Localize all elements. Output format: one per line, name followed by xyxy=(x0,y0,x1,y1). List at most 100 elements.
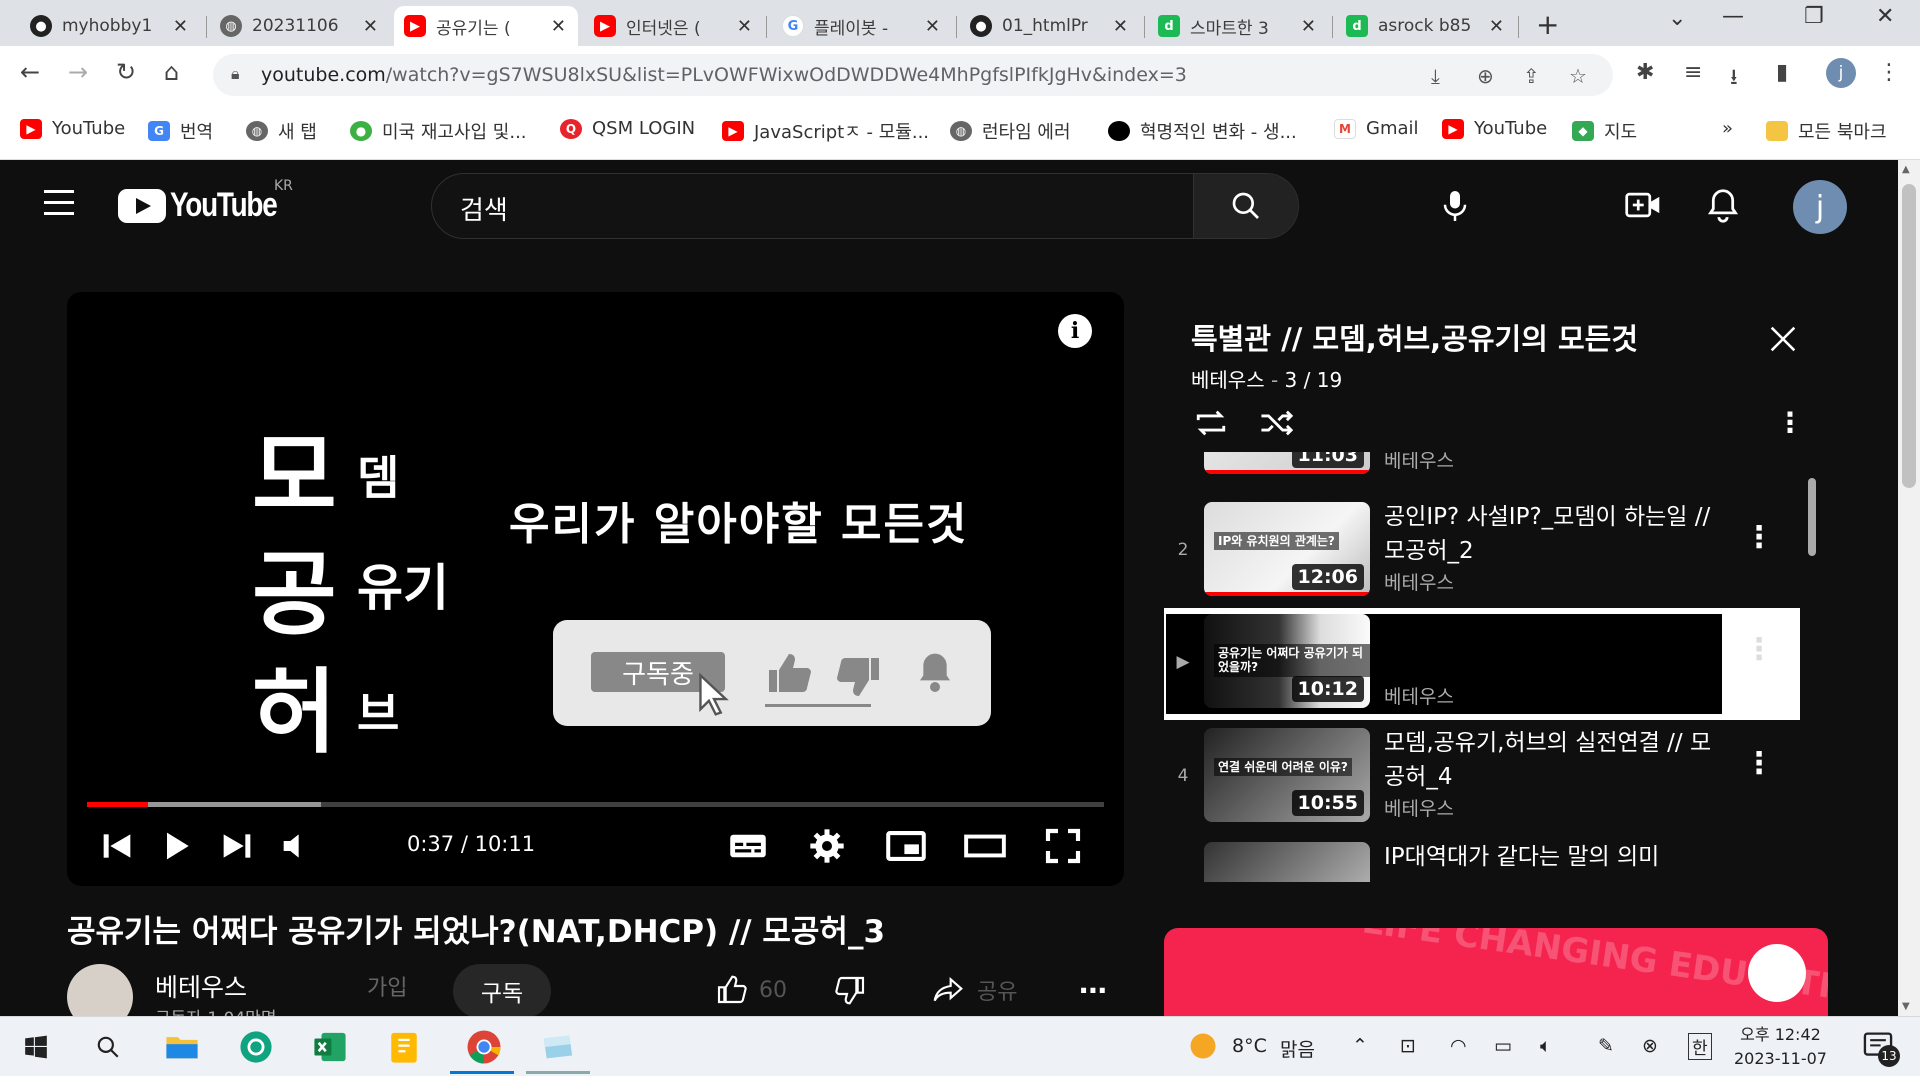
video-thumbnail[interactable]: IP와 유치원의 관계는? 12:06 xyxy=(1204,502,1370,596)
home-icon[interactable]: ⌂ xyxy=(164,58,179,86)
info-icon[interactable]: i xyxy=(1058,314,1092,348)
playlist-item[interactable]: 4 연결 쉬운데 어려운 이유? 10:55 모뎀,공유기,허브의 실전연결 /… xyxy=(1164,722,1800,834)
excel-icon[interactable] xyxy=(310,1027,350,1067)
more-actions-icon[interactable]: ⋯ xyxy=(1079,974,1107,1007)
tab-2[interactable]: ◍ 20231106 ✕ xyxy=(210,6,390,46)
tab-7[interactable]: d 스마트한 3 ✕ xyxy=(1148,6,1328,46)
weather-temp[interactable]: 8°C xyxy=(1232,1035,1267,1057)
notes-icon[interactable] xyxy=(384,1027,424,1067)
bookmark-youtube-2[interactable]: ▶ YouTube xyxy=(1442,118,1547,139)
install-app-icon[interactable]: ⤓ xyxy=(1431,64,1440,88)
side-panel-icon[interactable]: ▮ xyxy=(1776,60,1788,85)
playlist-item[interactable]: IP대역대가 같다는 말의 의미 xyxy=(1164,836,1800,882)
window-close-icon[interactable]: ✕ xyxy=(1876,4,1894,29)
weather-desc[interactable]: 맑음 xyxy=(1280,1035,1315,1062)
video-title[interactable]: 모뎀,공유기,허브의 실전연결 // 모공허_4 xyxy=(1384,726,1724,794)
lock-icon[interactable]: 🔒︎ xyxy=(231,64,240,84)
tab-search-chevron-icon[interactable]: ⌄ xyxy=(1668,6,1686,31)
bookmark-javascript[interactable]: ▶ JavaScriptㅈ - 모듈... xyxy=(722,118,929,144)
chrome-menu-icon[interactable]: ⋮ xyxy=(1878,60,1900,85)
bookmark-translate[interactable]: G 번역 xyxy=(148,118,213,144)
voice-search-icon[interactable] xyxy=(1440,188,1470,228)
playlist-more-icon[interactable]: ⋮ xyxy=(1776,406,1804,439)
bookmark-star-icon[interactable]: ☆ xyxy=(1569,64,1587,88)
settings-gear-icon[interactable] xyxy=(807,826,847,870)
download-icon[interactable]: ⭳ xyxy=(1730,60,1738,98)
pen-icon[interactable]: ✎ xyxy=(1598,1035,1614,1057)
tab-3-active[interactable]: ▶ 공유기는 ( ✕ xyxy=(394,6,578,46)
new-tab-icon[interactable]: + xyxy=(1536,8,1559,41)
zoom-icon[interactable]: ⊕ xyxy=(1477,64,1494,88)
tray-app-icon[interactable]: ⊡ xyxy=(1400,1035,1416,1057)
item-more-icon[interactable]: ⋮ xyxy=(1744,635,1774,665)
notification-center-icon[interactable]: 13 xyxy=(1862,1031,1900,1069)
like-button[interactable]: 60 xyxy=(715,974,787,1006)
share-icon[interactable]: ⇪ xyxy=(1523,64,1540,88)
all-bookmarks[interactable]: 모든 북마크 xyxy=(1766,118,1887,144)
playlist-title[interactable]: 특별관 // 모뎀,허브,공유기의 모든것 xyxy=(1191,316,1638,358)
close-tab-icon[interactable]: ✕ xyxy=(551,16,566,37)
tab-1[interactable]: ● myhobby1 ✕ xyxy=(20,6,200,46)
minimize-icon[interactable]: — xyxy=(1722,4,1744,29)
shuffle-icon[interactable] xyxy=(1258,406,1296,444)
previous-icon[interactable] xyxy=(97,826,137,870)
dislike-button[interactable] xyxy=(835,974,867,1006)
close-tab-icon[interactable]: ✕ xyxy=(1489,16,1504,37)
bookmark-youtube[interactable]: ▶ YouTube xyxy=(20,118,125,139)
forward-icon[interactable]: → xyxy=(68,58,88,86)
playlist-scrollbar[interactable] xyxy=(1808,478,1816,556)
create-video-icon[interactable] xyxy=(1624,188,1662,226)
chrome-icon[interactable] xyxy=(464,1027,504,1067)
volume-icon[interactable] xyxy=(277,826,317,870)
chatgpt-icon[interactable] xyxy=(236,1027,276,1067)
loop-icon[interactable] xyxy=(1192,406,1230,444)
subtitles-icon[interactable] xyxy=(727,826,769,870)
youtube-logo[interactable]: YouTube KR xyxy=(118,178,300,225)
page-scrollbar[interactable]: ▲ ▼ xyxy=(1898,160,1920,1016)
join-button[interactable]: 가입 xyxy=(367,970,407,1002)
playlist-item-current[interactable]: ▶ 공유기는 어쩌다 공유기가 되었을까? 10:12 베테우스 ⋮ xyxy=(1164,608,1800,720)
windows-start-icon[interactable] xyxy=(16,1027,56,1067)
app-icon[interactable] xyxy=(538,1027,578,1067)
item-more-icon[interactable]: ⋮ xyxy=(1744,523,1774,553)
item-more-icon[interactable]: ⋮ xyxy=(1744,749,1774,779)
video-thumbnail[interactable]: 연결 쉬운데 어려운 이유? 10:55 xyxy=(1204,728,1370,822)
close-tab-icon[interactable]: ✕ xyxy=(363,16,378,37)
menu-icon[interactable] xyxy=(44,190,74,223)
bookmark-us-stock[interactable]: ● 미국 재고사입 및... xyxy=(350,118,527,144)
wifi-icon[interactable]: ◠ xyxy=(1450,1035,1467,1057)
theater-mode-icon[interactable] xyxy=(963,826,1007,870)
clock[interactable]: 오후 12:42 2023-11-07 xyxy=(1734,1023,1827,1071)
subscribe-button[interactable]: 구독 xyxy=(453,964,551,1018)
bookmarks-overflow[interactable]: » xyxy=(1722,118,1733,139)
play-icon[interactable] xyxy=(157,826,197,870)
tray-chevron-icon[interactable]: ⌃ xyxy=(1352,1035,1368,1057)
close-tab-icon[interactable]: ✕ xyxy=(1113,16,1128,37)
speaker-icon[interactable]: 🔈︎ xyxy=(1540,1035,1551,1057)
next-icon[interactable] xyxy=(217,826,257,870)
video-title[interactable]: 공인IP? 사설IP?_모뎀이 하는일 // 모공허_2 xyxy=(1384,500,1724,568)
restore-icon[interactable]: ❐ xyxy=(1804,4,1824,29)
bookmark-gmail[interactable]: M Gmail xyxy=(1334,118,1419,139)
bookmark-revolution[interactable]: 혁명적인 변화 - 생... xyxy=(1108,118,1297,144)
video-thumbnail[interactable]: 11:03 xyxy=(1204,452,1370,474)
reload-icon[interactable]: ↻ xyxy=(116,58,136,86)
back-icon[interactable]: ← xyxy=(20,58,40,86)
close-tab-icon[interactable]: ✕ xyxy=(737,16,752,37)
video-player[interactable]: i 모 뎀 공 유기 허 브 우리가 알아야할 모든것 구독중 0:37 / 1… xyxy=(67,292,1124,886)
bookmark-qsm[interactable]: Q QSM LOGIN xyxy=(560,118,695,139)
close-playlist-icon[interactable] xyxy=(1766,322,1800,360)
bookmark-runtime-error[interactable]: ◍ 런타임 에러 xyxy=(950,118,1071,144)
search-icon[interactable] xyxy=(88,1027,128,1067)
playlist-item[interactable]: 2 IP와 유치원의 관계는? 12:06 공인IP? 사설IP?_모뎀이 하는… xyxy=(1164,496,1800,608)
ime-indicator[interactable]: 한 xyxy=(1688,1033,1712,1060)
notifications-bell-icon[interactable] xyxy=(1706,188,1740,228)
share-button[interactable]: 공유 xyxy=(931,974,1017,1006)
file-explorer-icon[interactable] xyxy=(162,1027,202,1067)
video-title[interactable]: IP대역대가 같다는 말의 의미 xyxy=(1384,840,1724,874)
close-tab-icon[interactable]: ✕ xyxy=(1301,16,1316,37)
profile-avatar[interactable]: j xyxy=(1826,58,1856,88)
close-tab-icon[interactable]: ✕ xyxy=(173,16,188,37)
address-bar[interactable]: 🔒︎ youtube.com/watch?v=gS7WSU8lxSU&list=… xyxy=(213,54,1613,96)
search-button[interactable] xyxy=(1193,174,1298,238)
